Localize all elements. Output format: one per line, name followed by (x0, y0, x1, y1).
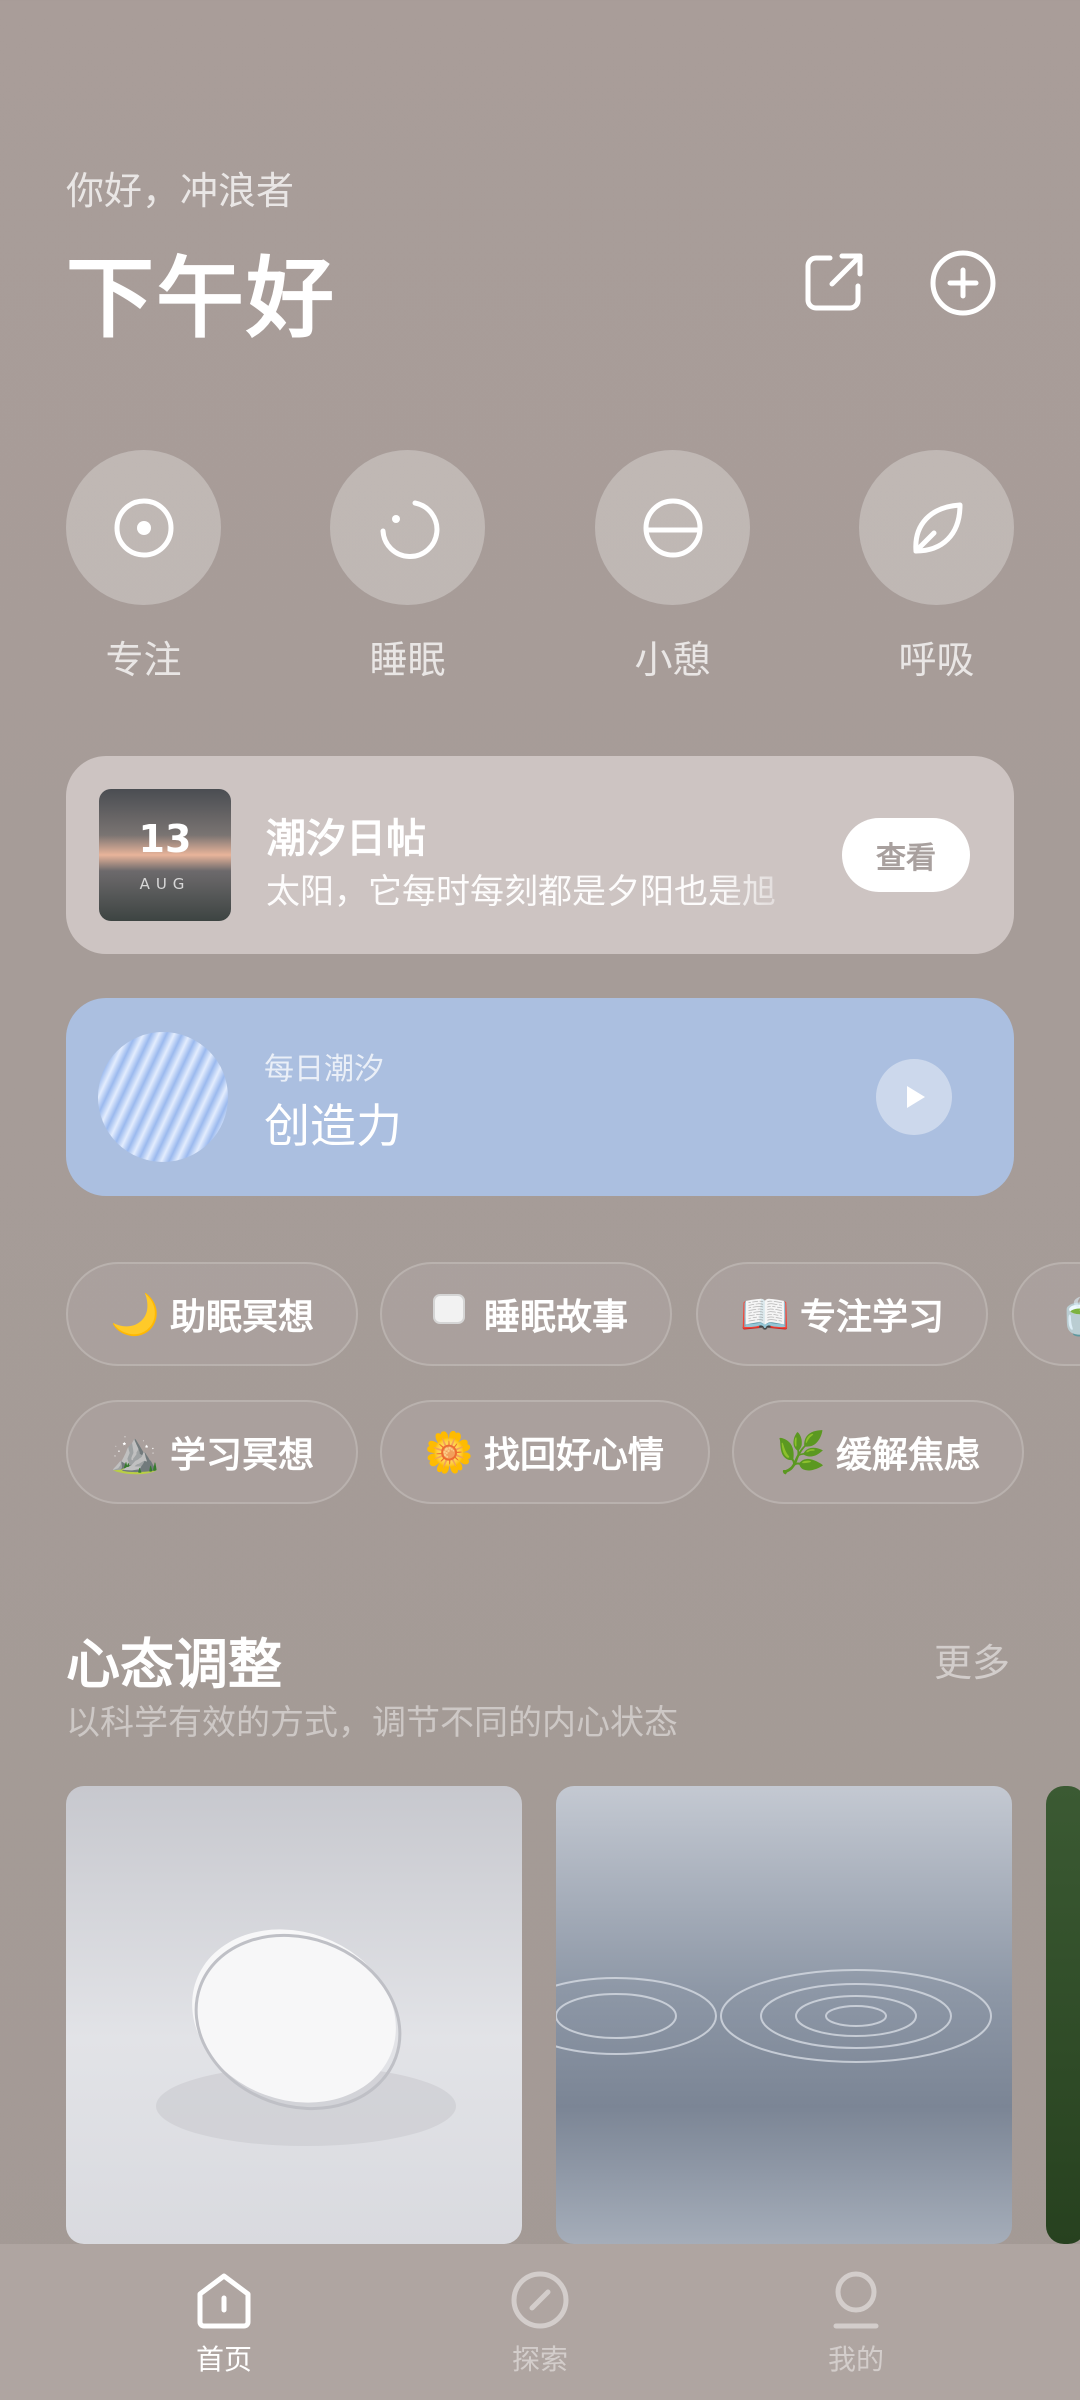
tag-study-meditation[interactable]: ⛰️ 学习冥想 (66, 1400, 358, 1504)
tag-label: 专注学习 (800, 1297, 945, 1338)
herb-emoji-icon: 🌿 (776, 1429, 826, 1476)
tag-partial[interactable]: 🍵 (1012, 1262, 1080, 1366)
share-icon[interactable] (798, 248, 868, 318)
tag-relieve-anxiety[interactable]: 🌿 缓解焦虑 (732, 1400, 1024, 1504)
moon-icon (330, 450, 485, 605)
page-title: 下午好 (66, 247, 337, 350)
tag-label: 助眠冥想 (170, 1297, 315, 1338)
more-link[interactable]: 更多 (934, 1632, 1010, 1687)
disc-image (156, 1929, 456, 2146)
greeting: 你好，冲浪者 (66, 169, 295, 213)
moon-emoji-icon: 🌙 (110, 1291, 160, 1338)
mode-nap[interactable]: 小憩 (595, 450, 750, 684)
tide-diary-card[interactable]: 13 AUG 潮汐日帖 太阳，它每时每刻都是夕阳也是旭 查看 (66, 756, 1014, 954)
tag-focus-study[interactable]: 📖 专注学习 (696, 1262, 988, 1366)
mode-focus[interactable]: 专注 (66, 450, 221, 684)
tag-label: 缓解焦虑 (836, 1435, 981, 1476)
add-icon[interactable] (928, 248, 998, 318)
mindset-card-partial[interactable] (1046, 1786, 1080, 2244)
diary-text: 太阳，它每时每刻都是夕阳也是旭 (266, 872, 776, 912)
mindset-card-ripple[interactable] (556, 1786, 1012, 2244)
tag-label: 睡眠故事 (484, 1297, 629, 1338)
mode-breath[interactable]: 呼吸 (859, 450, 1014, 684)
tag-good-mood[interactable]: 🌼 找回好心情 (380, 1400, 710, 1504)
tab-home[interactable]: 首页 (164, 2268, 284, 2378)
tea-emoji-icon: 🍵 (1056, 1291, 1080, 1338)
mode-sleep[interactable]: 睡眠 (330, 450, 485, 684)
bottom-tab-bar: 首页 探索 我的 (0, 2244, 1080, 2400)
diary-thumbnail: 13 AUG (99, 789, 231, 921)
book-emoji-icon: 📖 (740, 1291, 790, 1338)
view-button[interactable]: 查看 (842, 818, 970, 892)
home-icon (197, 2273, 251, 2329)
mode-label: 小憩 (634, 638, 711, 682)
ripple-image (556, 1969, 992, 2063)
daily-name: 创造力 (264, 1099, 402, 1153)
daily-cover-image (98, 1032, 228, 1162)
tag-sleep-story[interactable]: 睡眠故事 (380, 1262, 672, 1366)
daily-tide-card[interactable]: 每日潮汐 创造力 (66, 998, 1014, 1196)
focus-target-icon (66, 450, 221, 605)
tag-sleep-meditation[interactable]: 🌙 助眠冥想 (66, 1262, 358, 1366)
tab-label: 首页 (195, 2343, 252, 2376)
tab-label: 探索 (511, 2343, 568, 2376)
compass-icon (511, 2271, 569, 2329)
tag-label: 找回好心情 (484, 1435, 665, 1476)
tag-label: 学习冥想 (170, 1435, 315, 1476)
tab-label: 我的 (827, 2343, 884, 2376)
mode-label: 睡眠 (369, 638, 446, 682)
tab-explore[interactable]: 探索 (480, 2268, 600, 2378)
diary-month: AUG (139, 875, 191, 893)
flower-emoji-icon: 🌼 (424, 1429, 474, 1476)
section-subtitle: 以科学有效的方式，调节不同的内心状态 (66, 1703, 678, 1743)
play-icon (907, 1086, 925, 1108)
leaf-icon (859, 450, 1014, 605)
diary-day: 13 (138, 817, 192, 861)
section-title: 心态调整 (66, 1633, 282, 1696)
mindset-card-disc[interactable] (66, 1786, 522, 2244)
mountain-emoji-icon: ⛰️ (110, 1429, 160, 1476)
mode-label: 专注 (105, 638, 182, 682)
tab-profile[interactable]: 我的 (796, 2268, 916, 2378)
pillow-icon (424, 1290, 474, 1338)
play-button[interactable] (876, 1059, 952, 1135)
mode-shortcuts: 专注 睡眠 小憩 呼吸 (0, 450, 1080, 690)
half-circle-icon (595, 450, 750, 605)
daily-subtitle: 每日潮汐 (264, 1052, 384, 1087)
profile-icon (833, 2271, 879, 2329)
mode-label: 呼吸 (898, 638, 975, 682)
diary-title: 潮汐日帖 (266, 816, 426, 862)
